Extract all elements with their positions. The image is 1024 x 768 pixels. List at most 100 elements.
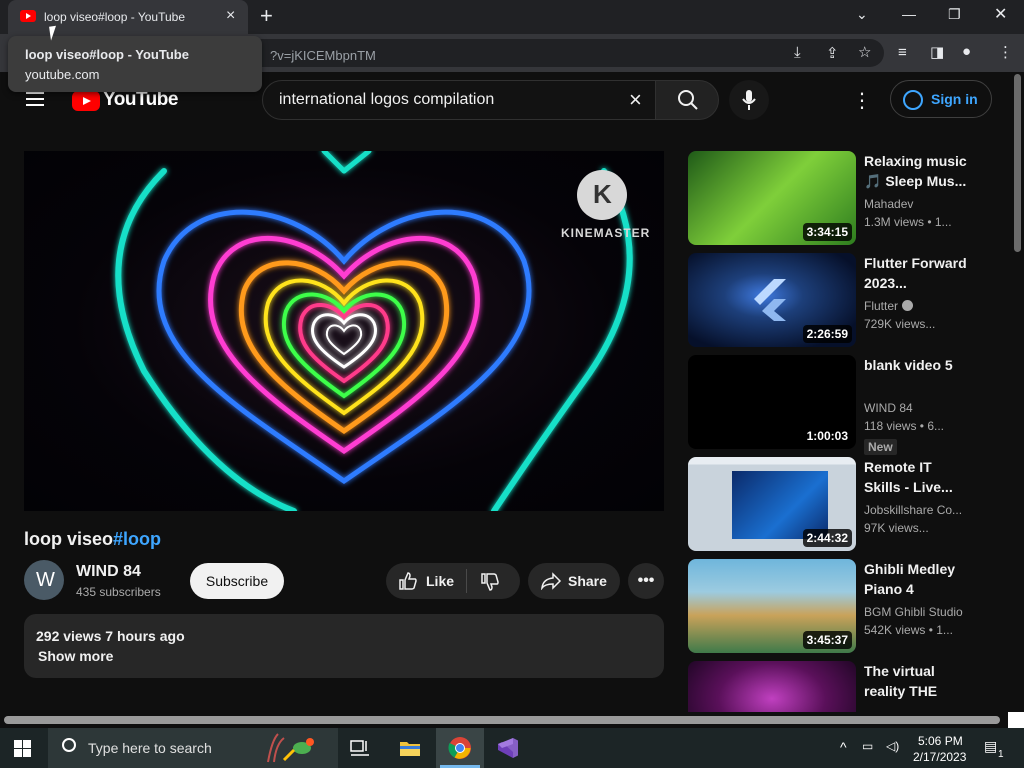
neon-hearts-video-frame — [115, 151, 633, 511]
search-highlight-bird-icon — [267, 733, 314, 763]
clear-search-icon[interactable]: × — [629, 87, 642, 113]
youtube-logo-icon[interactable] — [72, 91, 100, 111]
video-title-text: loop viseo — [24, 529, 114, 549]
guide-menu-icon[interactable] — [26, 92, 44, 106]
recommendation-title[interactable]: Remote IT Skills - Live... — [864, 457, 968, 497]
description-box[interactable]: 292 views 7 hours ago Show more — [24, 614, 664, 678]
recommendation-thumbnail[interactable]: 1:00:03 — [688, 355, 856, 449]
horizontal-scrollbar-thumb[interactable] — [4, 716, 1000, 724]
url-text: ?v=jKICEMbpnTM — [270, 48, 376, 63]
tab-close-icon[interactable]: × — [226, 8, 235, 24]
recommendation-title[interactable]: blank video 5 — [864, 355, 968, 375]
close-window-icon[interactable]: ✕ — [994, 4, 1007, 24]
recommendation-title[interactable]: Ghibli Medley Piano 4 hours... — [864, 559, 968, 599]
show-more-link[interactable]: Show more — [38, 648, 113, 664]
taskbar-search-icon — [62, 738, 76, 752]
hover-card-title: loop viseo#loop - YouTube — [25, 47, 189, 62]
like-button[interactable]: Like — [426, 573, 454, 589]
visual-studio-icon[interactable] — [496, 736, 520, 760]
volume-icon[interactable]: ◁) — [886, 739, 899, 753]
share-page-icon[interactable]: ⇪ — [826, 44, 839, 62]
recommendation-channel[interactable]: WIND 84 — [864, 401, 968, 415]
clock-date[interactable]: 2/17/2023 — [913, 750, 966, 764]
recommendation-channel[interactable]: Mahadev — [864, 197, 968, 211]
notification-count: 1 — [998, 749, 1004, 760]
recommendation-title[interactable]: The virtual reality THE LO... — [864, 661, 968, 701]
channel-name-link[interactable]: WIND 84 — [76, 563, 141, 581]
profile-icon[interactable]: ● — [962, 43, 971, 60]
video-duration: 2:26:59 — [802, 325, 852, 343]
recommendation-item[interactable]: 2:44:32 Remote IT Skills - Live... Jobsk… — [688, 457, 988, 553]
vertical-scrollbar-thumb[interactable] — [1014, 74, 1021, 252]
kinemaster-watermark-letter: K — [593, 179, 612, 209]
browser-tab[interactable]: loop viseo#loop - YouTube × — [8, 0, 248, 34]
recommendation-item[interactable]: 1:00:03 blank video 5 WIND 84 118 views … — [688, 355, 988, 455]
voice-search-button[interactable] — [729, 80, 769, 120]
chrome-menu-icon[interactable]: ⋮ — [998, 43, 1013, 61]
sign-in-label: Sign in — [931, 91, 978, 107]
windows-taskbar: Type here to search ^ ▭ ◁) 5:06 PM 2/17/… — [0, 728, 1024, 768]
recommendation-item[interactable]: 3:34:15 Relaxing music 🎵 Sleep Mus... Ma… — [688, 151, 988, 247]
channel-avatar[interactable]: W — [24, 560, 64, 600]
thumbs-up-icon[interactable] — [398, 571, 418, 591]
recommendation-channel[interactable]: Flutter — [864, 299, 968, 313]
video-title: loop viseo#loop — [24, 529, 161, 550]
windows-start-icon[interactable] — [14, 740, 31, 757]
chrome-taskbar-icon[interactable] — [448, 736, 472, 760]
search-input[interactable]: international logos compilation × — [262, 80, 656, 120]
settings-menu-icon[interactable]: ⋮ — [852, 88, 872, 113]
recommendation-thumbnail[interactable]: 3:45:37 — [688, 559, 856, 653]
youtube-logo-text[interactable]: YouTube — [103, 89, 178, 111]
bookmark-star-icon[interactable]: ☆ — [858, 43, 871, 61]
taskbar-search-box[interactable]: Type here to search — [48, 728, 338, 768]
task-view-icon[interactable] — [350, 738, 370, 758]
recommendation-channel[interactable]: Jobskillshare Co... — [864, 503, 968, 517]
browser-tab-strip: loop viseo#loop - YouTube × + ⌄ — ❐ ✕ — [0, 0, 1024, 34]
hover-card-url: youtube.com — [25, 67, 100, 82]
new-tab-icon[interactable]: + — [260, 5, 273, 27]
search-button[interactable] — [655, 80, 719, 120]
install-app-icon[interactable]: ⤓ — [794, 44, 801, 61]
more-actions-button[interactable]: ••• — [628, 563, 664, 599]
video-player[interactable] — [24, 151, 664, 511]
file-explorer-icon[interactable] — [398, 736, 422, 760]
recommendation-meta: 542K views • 1... — [864, 623, 953, 637]
restore-icon[interactable]: ❐ — [948, 6, 961, 23]
like-divider — [466, 569, 467, 593]
recommendation-channel[interactable]: BGM Ghibli Studio — [864, 605, 968, 619]
video-duration: 1:00:03 — [802, 427, 852, 445]
kinemaster-watermark-logo: K — [577, 170, 627, 220]
microphone-icon — [742, 90, 756, 110]
recommendation-title[interactable]: Relaxing music 🎵 Sleep Mus... — [864, 151, 968, 191]
network-icon[interactable]: ▭ — [862, 739, 873, 753]
subscribe-button[interactable]: Subscribe — [190, 563, 284, 599]
recommendation-item[interactable]: The virtual reality THE LO... — [688, 661, 988, 712]
show-hidden-icons-chevron-icon[interactable]: ^ — [840, 739, 847, 755]
recommendation-thumbnail[interactable]: 2:26:59 — [688, 253, 856, 347]
like-dislike-group: Like — [386, 563, 520, 599]
recommendation-thumbnail[interactable]: 3:34:15 — [688, 151, 856, 245]
channel-avatar-initial: W — [36, 569, 55, 591]
clock-time[interactable]: 5:06 PM — [918, 734, 963, 748]
side-panel-icon[interactable]: ◨ — [930, 43, 944, 61]
recommendation-thumbnail[interactable] — [688, 661, 856, 712]
share-button[interactable]: Share — [528, 563, 620, 599]
media-controls-icon[interactable]: ≡ — [898, 44, 907, 61]
youtube-favicon-icon — [20, 10, 36, 22]
recommendation-title[interactable]: Flutter Forward 2023... — [864, 253, 968, 293]
minimize-icon[interactable]: — — [902, 6, 916, 22]
tab-search-chevron-icon[interactable]: ⌄ — [856, 6, 868, 23]
recommendation-meta: 97K views... — [864, 521, 929, 535]
video-title-hashtag-link[interactable]: #loop — [113, 529, 161, 549]
recommendation-item[interactable]: 3:45:37 Ghibli Medley Piano 4 hours... B… — [688, 559, 988, 655]
thumbs-down-icon[interactable] — [480, 572, 500, 592]
subscriber-count: 435 subscribers — [76, 585, 161, 599]
share-arrow-icon — [541, 572, 562, 590]
search-icon — [678, 90, 698, 110]
sign-in-button[interactable]: Sign in — [890, 80, 992, 118]
mouse-cursor-icon — [49, 25, 61, 41]
notification-center-icon[interactable]: ▤ — [984, 738, 997, 755]
recommendation-thumbnail[interactable]: 2:44:32 — [688, 457, 856, 551]
recommendation-item[interactable]: 2:26:59 Flutter Forward 2023... Flutter … — [688, 253, 988, 349]
recommendation-meta: 118 views • 6... — [864, 419, 945, 433]
